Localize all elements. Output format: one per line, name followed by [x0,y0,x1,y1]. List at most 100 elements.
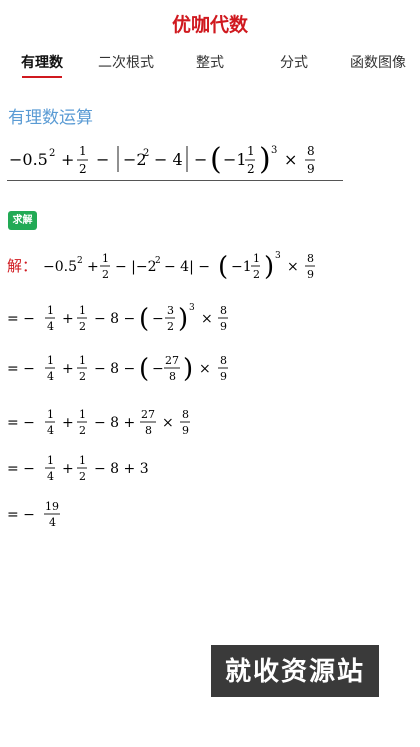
svg-text:+: + [62,461,74,477]
svg-text:1: 1 [79,408,86,421]
svg-text:(: ( [139,354,149,384]
svg-text:2: 2 [79,470,86,483]
svg-text:4: 4 [49,516,56,529]
svg-text:−: − [152,311,164,327]
active-tab-indicator [22,76,62,78]
section-title: 有理数运算 [8,108,93,127]
svg-text:9: 9 [220,370,227,383]
svg-text:3: 3 [275,251,281,261]
svg-text:2: 2 [79,320,86,333]
solution-step: = − 1 4 + 1 2 − 8 + 3 [7,446,347,486]
tab-function-graphs[interactable]: 函数图像 [336,52,420,72]
svg-text:1: 1 [247,144,255,158]
svg-text:2: 2 [253,268,260,281]
svg-text:− 4: − 4 [154,150,183,169]
svg-text:8: 8 [182,408,189,421]
svg-text:1: 1 [79,354,86,367]
svg-text:9: 9 [182,424,189,437]
svg-text:×: × [199,361,211,377]
svg-text:4: 4 [47,320,54,333]
svg-text:8: 8 [169,370,176,383]
svg-text:−1: −1 [231,259,252,275]
svg-text:− 8 + 3: − 8 + 3 [94,461,149,477]
svg-text:−0.5: −0.5 [43,259,77,275]
svg-text:−1: −1 [223,150,247,169]
solution-step: = − 1 4 + 1 2 − 8 + 27 8 × 8 9 [7,400,347,440]
svg-text:1: 1 [253,252,260,265]
svg-text:): ) [259,142,271,177]
svg-text:+: + [87,259,99,275]
solution-line: 解： −0.5 2 + 1 2 − |−2 2 − 4| − ( −1 1 2 … [7,246,347,286]
svg-text:−: − [152,361,164,377]
svg-text:−: − [194,150,207,169]
svg-text:9: 9 [220,320,227,333]
svg-text:1: 1 [102,252,109,265]
svg-text:−: − [96,150,109,169]
tab-polynomials[interactable]: 整式 [168,52,252,72]
svg-text:2: 2 [102,268,109,281]
svg-text:+: + [62,311,74,327]
svg-text:8: 8 [220,304,227,317]
svg-text:= −: = − [7,461,35,477]
svg-text:): ) [264,252,274,282]
svg-text:×: × [162,415,174,431]
svg-text:(: ( [218,252,228,282]
svg-text:27: 27 [165,354,179,367]
svg-text:− 8 −: − 8 − [94,361,135,377]
svg-text:1: 1 [47,408,54,421]
svg-text:2: 2 [247,162,255,176]
svg-text:): ) [183,354,193,384]
tab-quadratic-radicals[interactable]: 二次根式 [84,52,168,72]
svg-text:8: 8 [307,144,315,158]
svg-text:3: 3 [167,304,174,317]
svg-text:3: 3 [189,303,195,313]
svg-text:9: 9 [307,162,315,176]
svg-text:−0.5: −0.5 [9,150,48,169]
svg-text:4: 4 [47,424,54,437]
svg-text:1: 1 [79,304,86,317]
svg-text:1: 1 [47,354,54,367]
svg-text:8: 8 [145,424,152,437]
svg-text:− 8 +: − 8 + [94,415,135,431]
svg-text:×: × [287,259,299,275]
svg-text:2: 2 [79,370,86,383]
svg-text:− |−2: − |−2 [115,259,157,275]
svg-text:+: + [61,150,74,169]
tab-rational-numbers[interactable]: 有理数 [0,52,84,72]
solution-step: = − 1 4 + 1 2 − 8 − ( − 27 8 ) × 8 9 [7,346,347,386]
svg-text:4: 4 [47,370,54,383]
svg-text:2: 2 [79,424,86,437]
svg-text:3: 3 [271,145,277,156]
svg-text:×: × [284,150,297,169]
solution-prefix: 解： [7,257,37,275]
svg-text:19: 19 [45,500,59,513]
svg-text:+: + [62,361,74,377]
solution-answer: = − 19 4 [7,492,207,532]
svg-text:2: 2 [143,148,149,159]
tab-bar: 有理数 二次根式 整式 分式 函数图像 [0,52,420,80]
svg-text:1: 1 [47,454,54,467]
svg-text:(: ( [210,142,222,177]
svg-text:1: 1 [47,304,54,317]
svg-text:8: 8 [307,252,314,265]
svg-text:+: + [62,415,74,431]
svg-text:9: 9 [307,268,314,281]
svg-text:= −: = − [7,361,35,377]
app-title: 优咖代数 [171,15,248,36]
svg-text:− 8 −: − 8 − [94,311,135,327]
svg-text:= −: = − [7,415,35,431]
solution-step: = − 1 4 + 1 2 − 8 − ( − 3 2 ) 3 × 8 9 [7,296,347,336]
solve-button[interactable]: 求解 [8,211,37,230]
svg-text:(: ( [139,304,149,334]
expression-math: −0.5 2 + 1 2 − −2 2 − 4 − ( −1 1 2 ) 3 ×… [9,142,315,177]
svg-text:2: 2 [167,320,174,333]
svg-text:8: 8 [220,354,227,367]
svg-text:2: 2 [49,148,55,159]
svg-text:4: 4 [47,470,54,483]
svg-text:− 4| −: − 4| − [164,259,210,275]
svg-text:= −: = − [7,507,35,523]
expression-input[interactable]: −0.5 2 + 1 2 − −2 2 − 4 − ( −1 1 2 ) 3 ×… [7,140,343,181]
svg-text:2: 2 [79,162,87,176]
tab-fractions[interactable]: 分式 [252,52,336,72]
svg-text:2: 2 [155,256,161,266]
